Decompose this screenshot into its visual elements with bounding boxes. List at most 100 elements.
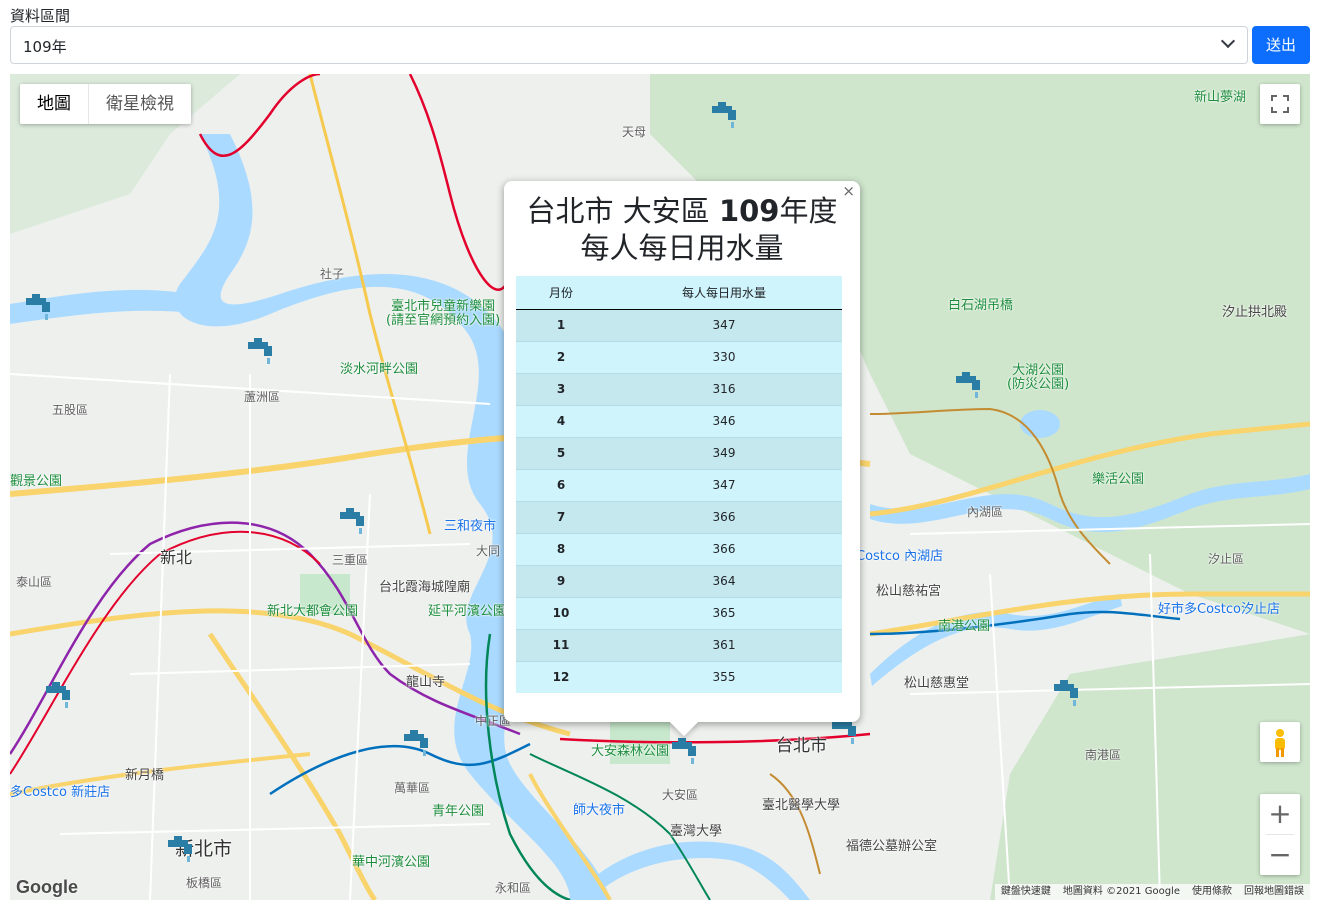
table-row: 12 355 — [516, 660, 842, 693]
column-header-month: 月份 — [516, 276, 606, 310]
period-select[interactable]: 109年 — [10, 26, 1248, 64]
map-label: 新月橋 — [125, 768, 165, 783]
map-label: 松山慈祐宮 — [876, 584, 942, 599]
table-row: 6 347 — [516, 468, 842, 501]
map-label: 大安森林公園 — [591, 744, 670, 759]
map-label: 臺北市兒童新樂園 (請至官網預約入園) — [386, 299, 501, 328]
map-type-satellite-button[interactable]: 衛星檢視 — [88, 84, 191, 124]
map-label: 大湖公園 (防災公園) — [1007, 363, 1070, 392]
map-label: 三重區 — [332, 553, 369, 567]
month-cell: 4 — [516, 404, 606, 437]
map-label: 天母 — [622, 125, 647, 139]
water-tap-marker[interactable] — [338, 506, 370, 536]
chevron-down-icon — [1220, 33, 1236, 49]
terms-link[interactable]: 使用條款 — [1192, 884, 1232, 900]
zoom-out-button[interactable]: − — [1260, 835, 1300, 875]
info-window-title: 台北市 大安區 109年度 每人每日用水量 — [504, 193, 860, 267]
table-row: 8 366 — [516, 532, 842, 565]
map-label: 汐止拱北殿 — [1222, 305, 1288, 320]
table-row: 4 346 — [516, 404, 842, 437]
usage-cell: 361 — [606, 628, 842, 661]
water-tap-marker-selected[interactable] — [670, 736, 702, 766]
map-label: 南港區 — [1085, 748, 1122, 762]
water-tap-marker[interactable] — [402, 728, 434, 758]
table-row: 10 365 — [516, 596, 842, 629]
month-cell: 9 — [516, 564, 606, 597]
map-label: Costco 內湖店 — [856, 549, 944, 564]
usage-cell: 346 — [606, 404, 842, 437]
map-label: 松山慈惠堂 — [904, 676, 970, 691]
map-label: 多Costco 新莊店 — [10, 785, 111, 800]
map-type-control: 地圖 衛星檢視 — [20, 84, 191, 124]
pegman-icon — [1275, 729, 1285, 757]
map-label: 蘆洲區 — [244, 390, 281, 404]
usage-cell: 349 — [606, 436, 842, 469]
month-cell: 5 — [516, 436, 606, 469]
map-label: 臺灣大學 — [670, 824, 723, 839]
map-label: 師大夜市 — [573, 803, 626, 818]
map-label: 延平河濱公園 — [428, 604, 507, 619]
period-select-value: 109年 — [23, 38, 67, 56]
title-line2: 每人每日用水量 — [580, 231, 784, 265]
map-label: 大安區 — [662, 788, 699, 802]
title-prefix: 台北市 大安區 — [526, 194, 719, 228]
map-label: 三和夜市 — [444, 519, 497, 534]
water-usage-table: 月份 每人每日用水量 1 347 2 330 3 316 4 346 5 349 6 347 7 366 8… — [516, 276, 842, 693]
submit-button[interactable]: 送出 — [1252, 26, 1310, 64]
report-error-link[interactable]: 回報地圖錯誤 — [1244, 884, 1304, 900]
map-label: 大同 — [476, 544, 501, 558]
keyboard-shortcuts-link[interactable]: 鍵盤快速鍵 — [1001, 884, 1051, 900]
street-view-pegman-button[interactable] — [1260, 722, 1300, 762]
month-cell: 11 — [516, 628, 606, 661]
map-label: 新北 — [160, 548, 193, 567]
map-label: 青年公園 — [432, 804, 485, 819]
table-row: 3 316 — [516, 372, 842, 405]
usage-cell: 316 — [606, 372, 842, 405]
google-logo[interactable]: Google — [16, 877, 78, 898]
map-label: 龍山寺 — [406, 675, 446, 690]
usage-cell: 366 — [606, 500, 842, 533]
map-attribution: 鍵盤快速鍵 地圖資料 ©2021 Google 使用條款 回報地圖錯誤 — [994, 884, 1310, 900]
water-tap-marker[interactable] — [246, 336, 278, 366]
map-label: 新北大都會公園 — [267, 604, 359, 619]
table-row: 1 347 — [516, 308, 842, 341]
table-row: 11 361 — [516, 628, 842, 661]
info-window: × 台北市 大安區 109年度 每人每日用水量 月份 每人每日用水量 1 347 2 3… — [504, 181, 860, 737]
map-label: 臺北醫學大學 — [762, 798, 841, 813]
map-label: 好市多Costco汐止店 — [1158, 602, 1281, 617]
map-label: 華中河濱公園 — [352, 855, 431, 870]
month-cell: 1 — [516, 308, 606, 341]
map-label: 新山夢湖 — [1194, 90, 1247, 105]
water-tap-marker[interactable] — [166, 834, 198, 864]
table-row: 2 330 — [516, 340, 842, 373]
map-label: 泰山區 — [16, 575, 53, 589]
map-label: 樂活公園 — [1092, 472, 1145, 487]
water-tap-marker[interactable] — [954, 370, 986, 400]
month-cell: 3 — [516, 372, 606, 405]
table-row: 9 364 — [516, 564, 842, 597]
map-label: 五股區 — [52, 403, 89, 417]
month-cell: 6 — [516, 468, 606, 501]
map-label: 南港公園 — [938, 619, 991, 634]
zoom-in-button[interactable]: + — [1260, 794, 1300, 834]
month-cell: 7 — [516, 500, 606, 533]
table-row: 7 366 — [516, 500, 842, 533]
month-cell: 10 — [516, 596, 606, 629]
map-label: 福德公墓辦公室 — [846, 839, 938, 854]
map-label: 台北霞海城隍廟 — [379, 580, 471, 595]
map-type-map-button[interactable]: 地圖 — [20, 84, 88, 124]
usage-cell: 330 — [606, 340, 842, 373]
water-tap-marker[interactable] — [44, 680, 76, 710]
fullscreen-button[interactable] — [1260, 84, 1300, 124]
column-header-usage: 每人每日用水量 — [606, 276, 842, 310]
title-suffix: 年度 — [779, 194, 838, 228]
table-row: 5 349 — [516, 436, 842, 469]
water-tap-marker[interactable] — [24, 292, 56, 322]
usage-cell: 366 — [606, 532, 842, 565]
month-cell: 2 — [516, 340, 606, 373]
water-tap-marker[interactable] — [710, 100, 742, 130]
water-tap-marker[interactable] — [1052, 678, 1084, 708]
map-label: 板橋區 — [186, 876, 223, 890]
form-label: 資料區間 — [10, 7, 71, 25]
map-label: 汐止區 — [1208, 552, 1245, 566]
